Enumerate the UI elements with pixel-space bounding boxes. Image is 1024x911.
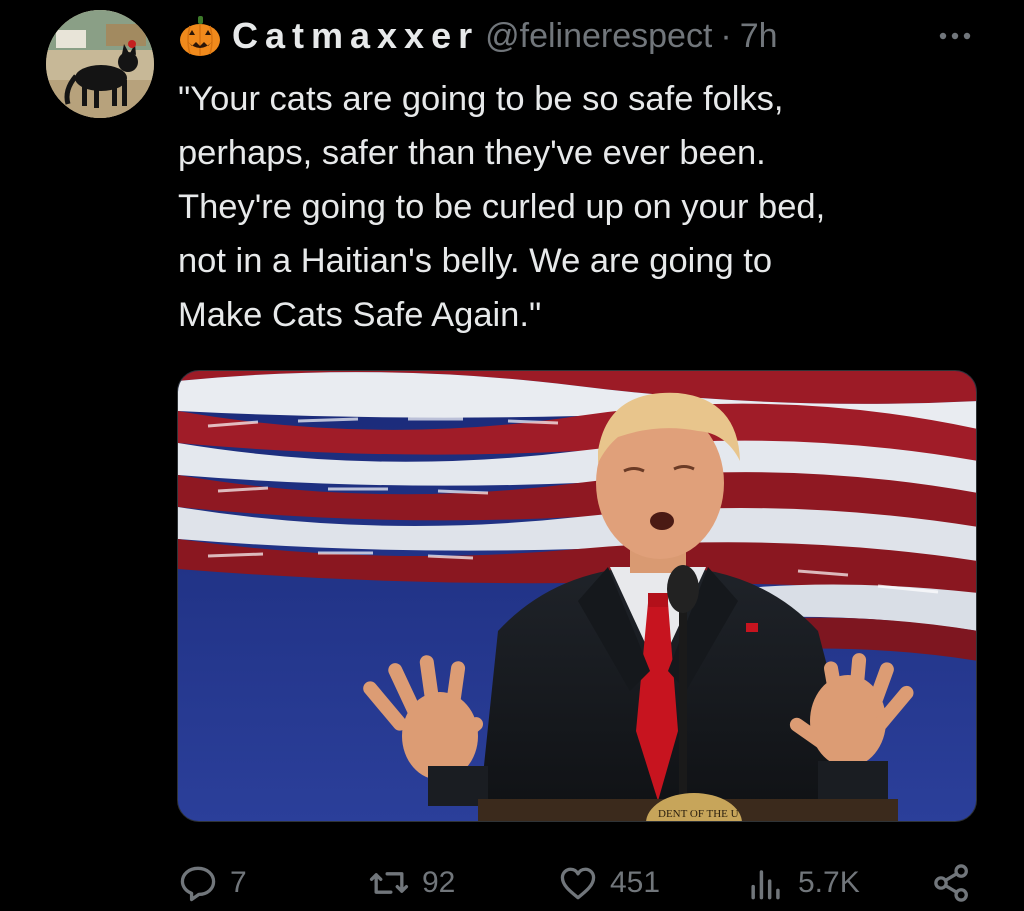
repost-button[interactable]: 92	[366, 858, 455, 908]
like-button[interactable]: 451	[556, 858, 660, 908]
author-handle-wrap[interactable]: @felinerespect	[485, 17, 712, 56]
reply-count: 7	[230, 866, 247, 899]
reply-button[interactable]: 7	[176, 858, 247, 908]
views-count: 5.7K	[798, 866, 860, 899]
tweet-header: Catmaxxer @felinerespect · 7h	[178, 14, 998, 58]
like-count: 451	[610, 866, 661, 899]
tweet-text: "Your cats are going to be so safe folks…	[178, 72, 978, 342]
tweet-text-line: not in a Haitian's belly. We are going t…	[178, 242, 773, 280]
repost-count: 92	[422, 866, 456, 899]
podium-seal-text: DENT OF THE U	[658, 808, 739, 820]
repost-icon	[369, 872, 409, 894]
header-separator: ·	[720, 16, 732, 55]
speaker-photo: DENT OF THE U	[178, 371, 976, 821]
author-handle: @felinerespect	[485, 16, 713, 55]
share-nodes-icon	[934, 864, 968, 902]
analytics-bars-icon	[751, 870, 780, 900]
tweet-text-line: "Your cats are going to be so safe folks…	[178, 80, 784, 118]
jack-o-lantern-icon	[180, 16, 220, 56]
tweet-media-photo[interactable]: DENT OF THE U	[177, 370, 977, 822]
author-avatar[interactable]	[46, 10, 154, 118]
microphone-stand	[679, 581, 687, 821]
tweet-timestamp[interactable]: 7h	[740, 17, 778, 56]
share-button[interactable]	[930, 858, 974, 908]
tweet-card[interactable]: Catmaxxer @felinerespect · 7h "Your cats…	[0, 0, 1024, 911]
author-display-name[interactable]: Catmaxxer	[232, 15, 479, 57]
tweet-text-line: perhaps, safer than they've ever been.	[178, 134, 766, 172]
views-button[interactable]: 5.7K	[744, 858, 860, 908]
reply-icon	[180, 866, 216, 902]
tweet-text-line: Make Cats Safe Again."	[178, 296, 542, 334]
tweet-text-line: They're going to be curled up on your be…	[178, 188, 826, 226]
tweet-action-bar: 7 92 451 5.7K	[0, 858, 1024, 908]
black-cat-avatar-icon	[46, 10, 154, 118]
microphone	[667, 565, 699, 613]
more-horizontal-icon[interactable]	[933, 14, 977, 58]
heart-icon	[560, 867, 596, 900]
